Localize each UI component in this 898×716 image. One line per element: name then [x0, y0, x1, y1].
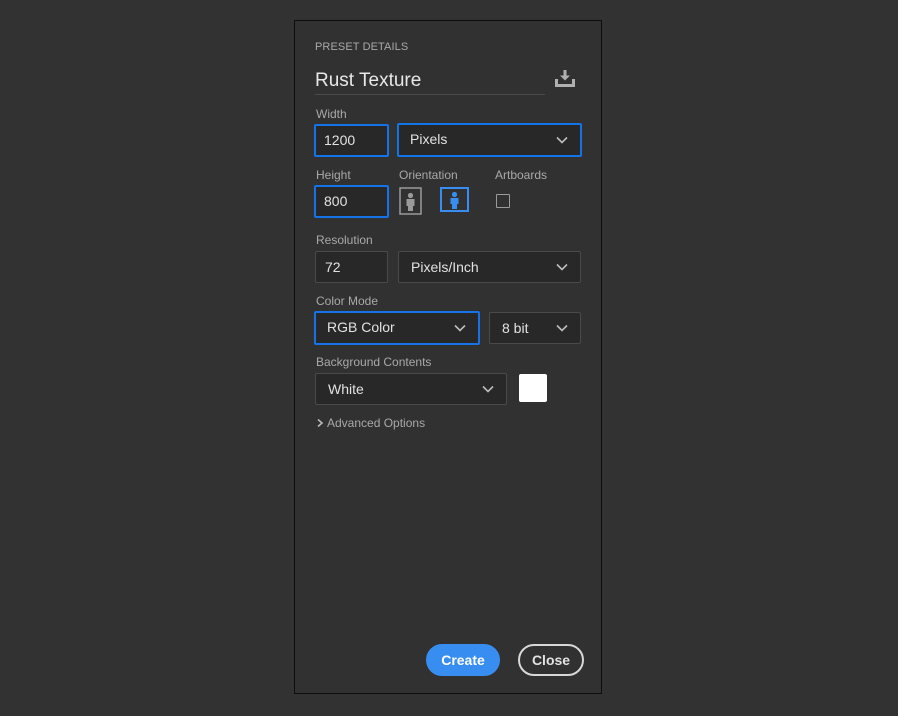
chevron-down-icon — [556, 263, 568, 271]
portrait-orientation-button[interactable] — [399, 187, 423, 215]
resolution-label: Resolution — [316, 233, 373, 247]
create-button[interactable]: Create — [426, 644, 500, 676]
background-contents-select[interactable]: White — [315, 373, 507, 405]
chevron-right-icon — [317, 418, 324, 428]
save-preset-icon[interactable] — [554, 69, 578, 89]
resolution-unit-select[interactable]: Pixels/Inch — [398, 251, 581, 283]
background-contents-value: White — [328, 381, 364, 397]
color-mode-label: Color Mode — [316, 294, 379, 308]
bit-depth-value: 8 bit — [502, 320, 529, 336]
landscape-orientation-button[interactable] — [440, 187, 470, 213]
chevron-down-icon — [556, 136, 568, 144]
close-button[interactable]: Close — [518, 644, 584, 676]
color-mode-value: RGB Color — [327, 319, 395, 335]
artboards-checkbox[interactable] — [496, 194, 510, 208]
width-input[interactable]: 1200 — [314, 124, 389, 157]
section-title: PRESET DETAILS — [315, 41, 409, 53]
chevron-down-icon — [556, 324, 568, 332]
chevron-down-icon — [482, 385, 494, 393]
artboards-label: Artboards — [495, 168, 548, 182]
width-unit-value: Pixels — [410, 131, 448, 147]
width-unit-select[interactable]: Pixels — [397, 123, 582, 157]
landscape-icon — [440, 187, 469, 212]
bit-depth-select[interactable]: 8 bit — [489, 312, 581, 344]
orientation-label: Orientation — [399, 168, 458, 182]
advanced-options-toggle[interactable]: Advanced Options — [316, 416, 425, 430]
height-input[interactable]: 800 — [314, 185, 389, 218]
background-contents-label: Background Contents — [316, 355, 432, 369]
width-label: Width — [316, 107, 347, 121]
height-label: Height — [316, 168, 351, 182]
chevron-down-icon — [454, 324, 466, 332]
color-mode-select[interactable]: RGB Color — [314, 311, 480, 345]
new-document-preset-panel: PRESET DETAILS Rust Texture Width 1200 P… — [294, 20, 602, 694]
background-color-swatch[interactable] — [519, 374, 547, 402]
resolution-input[interactable]: 72 — [315, 251, 388, 283]
portrait-icon — [399, 187, 422, 215]
advanced-options-label: Advanced Options — [327, 416, 426, 430]
resolution-unit-value: Pixels/Inch — [411, 259, 479, 275]
preset-name-input[interactable]: Rust Texture — [315, 68, 545, 95]
